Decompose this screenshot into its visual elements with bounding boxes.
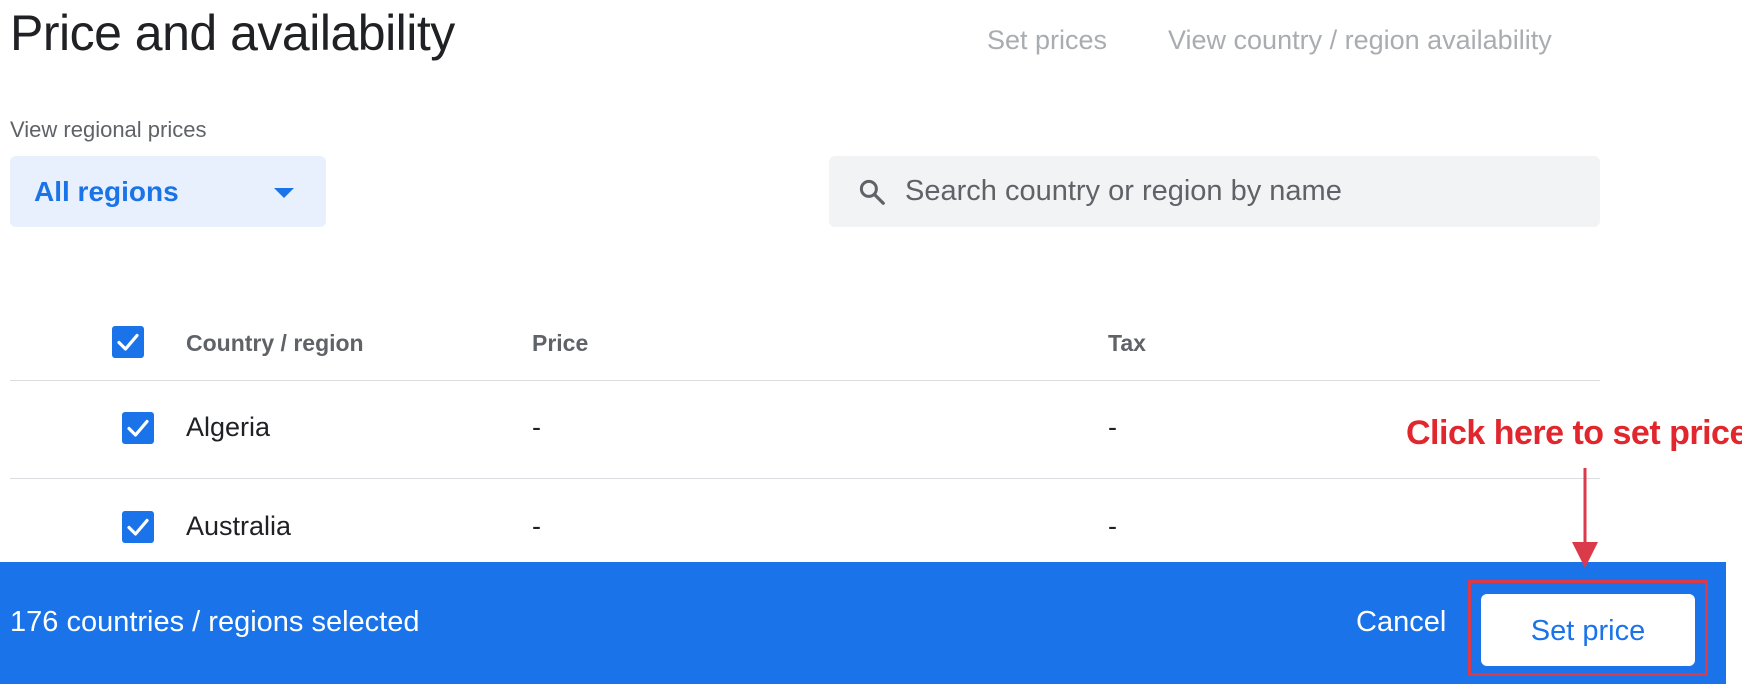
view-availability-link[interactable]: View country / region availability	[1168, 25, 1552, 56]
tax-cell: -	[1108, 511, 1117, 541]
country-cell: Australia	[186, 511, 292, 541]
select-all-checkbox[interactable]	[112, 326, 144, 358]
table-row: Algeria - -	[10, 380, 1600, 479]
column-header-tax: Tax	[1108, 330, 1146, 356]
price-cell: -	[532, 412, 541, 442]
price-availability-page: Price and availability Set prices View c…	[0, 0, 1742, 684]
checkmark-icon	[127, 419, 149, 437]
country-cell: Algeria	[186, 412, 271, 442]
selected-count-text: 176 countries / regions selected	[10, 606, 420, 638]
set-price-button-label: Set price	[1530, 615, 1646, 647]
table-header-row: Country / region Price Tax	[10, 302, 1600, 381]
region-dropdown-value: All regions	[34, 176, 179, 207]
checkmark-icon	[117, 333, 139, 351]
row-checkbox[interactable]	[122, 511, 154, 543]
set-prices-link[interactable]: Set prices	[987, 25, 1107, 56]
country-price-table: Country / region Price Tax	[10, 302, 1600, 381]
column-header-price: Price	[532, 330, 589, 356]
row-checkbox[interactable]	[122, 412, 154, 444]
selection-action-bar: 176 countries / regions selected Cancel …	[0, 562, 1726, 684]
column-header-country[interactable]: Country / region	[186, 330, 364, 357]
search-field[interactable]	[829, 156, 1600, 227]
set-price-button[interactable]: Set price	[1481, 594, 1695, 666]
regional-prices-label: View regional prices	[10, 117, 207, 142]
table-row: Australia - -	[10, 479, 1600, 562]
price-cell: -	[532, 511, 541, 541]
page-title: Price and availability	[10, 5, 455, 61]
cancel-button[interactable]: Cancel	[1356, 606, 1446, 639]
annotation-text: Click here to set price	[1406, 414, 1742, 452]
region-dropdown[interactable]: All regions	[10, 156, 326, 227]
search-icon	[859, 179, 885, 205]
tax-cell: -	[1108, 412, 1117, 442]
dropdown-arrow-icon	[274, 188, 294, 198]
checkmark-icon	[127, 518, 149, 536]
search-input[interactable]	[905, 168, 1585, 214]
